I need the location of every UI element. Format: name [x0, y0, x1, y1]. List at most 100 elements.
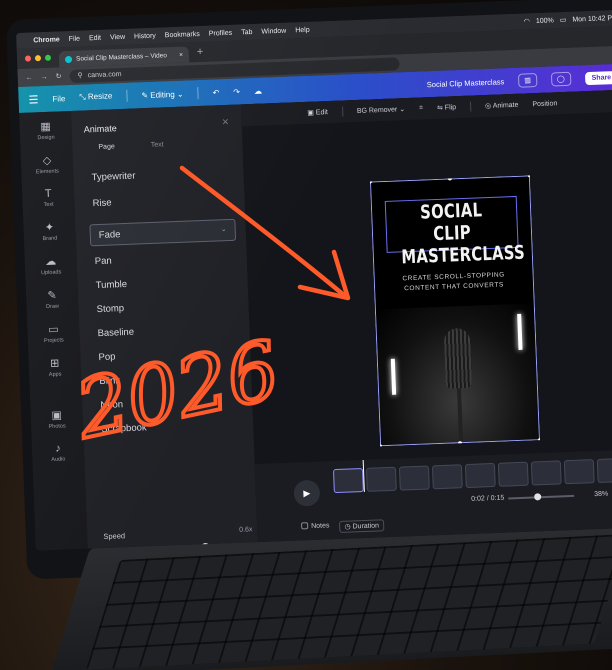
uploads-icon: ☁	[45, 255, 57, 269]
rail-item-uploads[interactable]: ☁ Uploads	[40, 254, 61, 277]
animate-button[interactable]: ◎ Animate	[485, 101, 519, 110]
animation-option-scrapbook[interactable]: Scrapbook	[101, 422, 147, 435]
close-tab-icon[interactable]: ×	[179, 51, 183, 58]
timeline-clip[interactable]	[332, 468, 364, 494]
menubar-item-window[interactable]: Window	[261, 27, 286, 35]
animation-option-tumble[interactable]: Tumble	[96, 279, 128, 291]
play-button[interactable]: ▶	[293, 479, 321, 507]
file-menu-button[interactable]: File	[52, 94, 65, 103]
timeline-clip[interactable]	[596, 457, 612, 484]
menubar-item-edit[interactable]: Edit	[89, 34, 101, 41]
menubar-item-tab[interactable]: Tab	[241, 28, 253, 35]
notes-label: Notes	[311, 522, 330, 531]
menubar-clock[interactable]: Mon 10:42 PM	[572, 14, 612, 23]
rail-item-design[interactable]: ▦ Design	[37, 120, 54, 142]
zoom-window-button[interactable]	[44, 54, 52, 61]
brand-icon: ✦	[44, 221, 55, 235]
share-button[interactable]: Share	[584, 70, 612, 85]
animation-option-fade[interactable]: Fade ⌄	[89, 218, 237, 247]
battery-level[interactable]: 100%	[536, 17, 554, 25]
rail-item-photos[interactable]: ▣ Photos	[48, 408, 65, 431]
menubar-item-bookmarks[interactable]: Bookmarks	[165, 30, 200, 38]
editor-canvas-area: ▣ Edit BG Remover ⌄ ⌗ ⇋ Flip ◎ Animate P…	[240, 89, 612, 543]
menubar-app-name[interactable]: Chrome	[33, 36, 60, 44]
animation-option-baseline[interactable]: Baseline	[97, 327, 134, 339]
menu-icon[interactable]: ☰	[28, 93, 38, 106]
toolbar-divider	[341, 106, 344, 117]
rail-item-brand[interactable]: ✦ Brand	[42, 221, 57, 242]
close-panel-icon[interactable]: ✕	[221, 117, 229, 128]
reload-icon[interactable]: ↻	[56, 72, 62, 80]
animation-option-pop[interactable]: Pop	[98, 351, 115, 363]
editing-mode-button[interactable]: ✎ Editing ⌄	[141, 89, 184, 100]
animation-option-rise[interactable]: Rise	[92, 197, 111, 209]
animation-option-label: Fade	[98, 229, 121, 241]
zoom-level[interactable]: 38%	[594, 491, 608, 499]
comment-button[interactable]: ◯	[550, 71, 571, 87]
position-button[interactable]: Position	[532, 100, 557, 108]
tab-text[interactable]: Text	[151, 141, 164, 157]
menubar-item-history[interactable]: History	[134, 32, 156, 40]
header-divider	[126, 89, 128, 102]
resize-handle[interactable]	[458, 441, 463, 446]
close-window-button[interactable]	[24, 55, 32, 62]
menubar-item-file[interactable]: File	[69, 35, 81, 42]
rail-item-draw[interactable]: ✎ Draw	[45, 289, 59, 310]
undo-icon[interactable]: ↶	[212, 88, 219, 97]
design-title[interactable]: Social Clip Masterclass	[427, 77, 505, 89]
rail-item-apps[interactable]: ⊞ Apps	[48, 357, 62, 378]
animation-option-stomp[interactable]: Stomp	[96, 303, 124, 315]
analytics-button[interactable]: ▥	[517, 73, 538, 88]
timeline-clip[interactable]	[398, 465, 430, 491]
rail-item-audio[interactable]: ♪ Audio	[51, 442, 65, 463]
zoom-slider[interactable]	[508, 493, 575, 501]
back-icon[interactable]: ←	[26, 74, 33, 81]
timeline-clip[interactable]	[563, 459, 595, 485]
rail-item-elements[interactable]: ◇ Elements	[35, 153, 59, 176]
crop-icon[interactable]: ⌗	[419, 104, 423, 112]
menubar-status: ◠ 100% ▭ Mon 10:42 PM	[524, 14, 612, 25]
timeline-clip[interactable]	[464, 462, 496, 489]
menubar-item-view[interactable]: View	[110, 33, 125, 41]
animation-option-blink[interactable]: Blink	[99, 375, 120, 387]
bg-remover-button[interactable]: BG Remover ⌄	[357, 105, 406, 115]
notes-toggle[interactable]: Notes	[300, 521, 330, 534]
flip-button[interactable]: ⇋ Flip	[437, 103, 456, 112]
design-page[interactable]: SOCIAL CLIP MASTERCLASS CREATE SCROLL-ST…	[369, 175, 541, 447]
rail-item-projects[interactable]: ▭ Projects	[43, 322, 64, 345]
menubar-item-profiles[interactable]: Profiles	[209, 29, 233, 37]
rail-label: Apps	[48, 371, 62, 378]
speed-value: 0.6x	[239, 526, 253, 534]
resize-handle[interactable]	[378, 444, 383, 447]
edit-button[interactable]: ▣ Edit	[307, 108, 328, 117]
site-info-icon[interactable]: ⚲	[77, 71, 82, 79]
cloud-sync-icon[interactable]: ☁	[254, 86, 262, 95]
animate-tabs: Page Text	[84, 139, 235, 161]
animation-option-neon[interactable]: Neon	[100, 399, 123, 411]
resize-handle[interactable]	[527, 175, 532, 178]
minimize-window-button[interactable]	[34, 55, 42, 62]
resize-label: Resize	[87, 91, 113, 102]
timeline-clip[interactable]	[431, 464, 463, 490]
menubar-item-help[interactable]: Help	[295, 26, 310, 34]
animation-option-pan[interactable]: Pan	[95, 255, 112, 267]
zoom-slider-handle[interactable]	[534, 493, 542, 501]
forward-icon[interactable]: →	[41, 73, 48, 80]
new-tab-icon[interactable]: +	[197, 46, 204, 58]
audio-icon: ♪	[54, 442, 61, 455]
rail-label: Elements	[35, 168, 59, 176]
wifi-icon[interactable]: ◠	[524, 17, 530, 25]
timeline-clip[interactable]	[497, 461, 529, 487]
bg-remover-label: BG Remover	[356, 106, 398, 115]
resize-handle[interactable]	[537, 438, 541, 443]
pencil-icon: ✎	[141, 90, 151, 100]
timeline-clip[interactable]	[365, 466, 397, 492]
timeline-clip[interactable]	[530, 460, 562, 486]
animation-option-typewriter[interactable]: Typewriter	[91, 171, 135, 184]
rail-item-text[interactable]: T Text	[43, 188, 53, 208]
redo-icon[interactable]: ↷	[233, 87, 240, 96]
tab-page[interactable]: Page	[98, 143, 115, 160]
resize-button[interactable]: ⤡ Resize	[79, 91, 112, 102]
duration-button[interactable]: ◷ Duration	[339, 519, 385, 533]
rail-label: Draw	[46, 303, 60, 311]
